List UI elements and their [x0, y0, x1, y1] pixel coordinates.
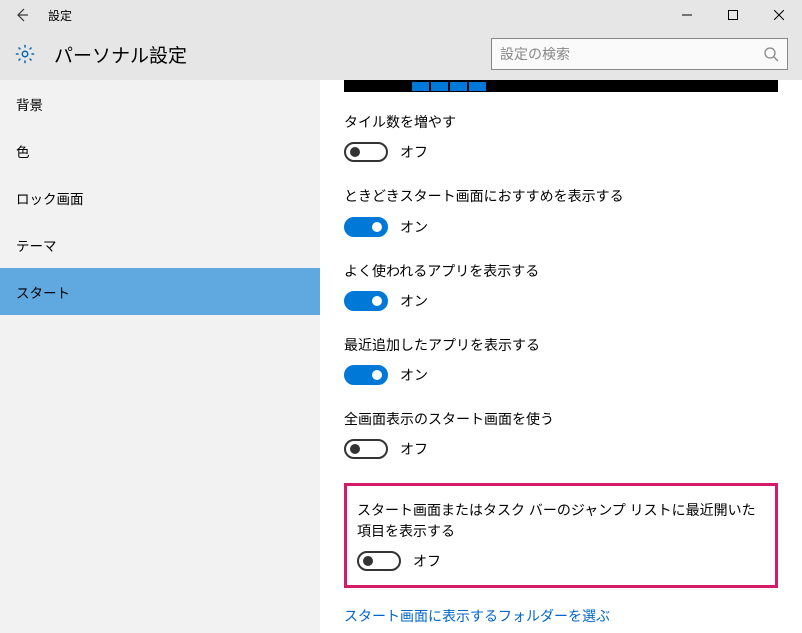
sidebar-item-3[interactable]: テーマ [0, 221, 320, 268]
sidebar-item-1[interactable]: 色 [0, 127, 320, 174]
minimize-button[interactable] [664, 0, 710, 30]
toggle-knob [350, 147, 360, 157]
toggle-state-text: オン [400, 365, 428, 385]
toggle-state-text: オン [400, 291, 428, 311]
preview-tile [469, 82, 486, 91]
header: パーソナル設定 [0, 30, 802, 80]
preview-tiles [412, 80, 486, 92]
maximize-button[interactable] [710, 0, 756, 30]
arrow-left-icon [14, 7, 30, 23]
toggle-knob [372, 222, 382, 232]
setting-label: ときどきスタート画面におすすめを表示する [344, 186, 778, 206]
preview-tile [431, 82, 448, 91]
gear-icon [14, 43, 36, 65]
sidebar-item-label: ロック画面 [16, 188, 84, 208]
toggle-row: オフ [344, 439, 778, 459]
toggle-knob [350, 444, 360, 454]
toggle-row: オン [344, 291, 778, 311]
close-icon [774, 10, 784, 20]
sidebar-item-2[interactable]: ロック画面 [0, 174, 320, 221]
page-title: パーソナル設定 [54, 41, 187, 68]
header-left: パーソナル設定 [14, 41, 187, 68]
sidebar-item-label: 背景 [16, 94, 43, 114]
minimize-icon [682, 10, 692, 20]
setting-5: スタート画面またはタスク バーのジャンプ リストに最近開いた項目を表示するオフ [357, 500, 765, 571]
maximize-icon [728, 10, 738, 20]
sidebar-item-4[interactable]: スタート [0, 268, 320, 315]
toggle-switch[interactable] [344, 365, 388, 385]
preview-tile [412, 82, 429, 91]
setting-label: タイル数を増やす [344, 112, 778, 132]
main-panel: タイル数を増やすオフときどきスタート画面におすすめを表示するオンよく使われるアプ… [320, 80, 802, 633]
toggle-switch[interactable] [344, 439, 388, 459]
toggle-switch[interactable] [344, 142, 388, 162]
toggle-knob [372, 296, 382, 306]
toggle-switch[interactable] [344, 291, 388, 311]
toggle-row: オン [344, 217, 778, 237]
content: 背景色ロック画面テーマスタート タイル数を増やすオフときどきスタート画面におすす… [0, 80, 802, 633]
search-icon [763, 46, 779, 62]
setting-label: 最近追加したアプリを表示する [344, 335, 778, 355]
setting-3: 最近追加したアプリを表示するオン [344, 335, 778, 385]
sidebar: 背景色ロック画面テーマスタート [0, 80, 320, 633]
choose-folders-link[interactable]: スタート画面に表示するフォルダーを選ぶ [344, 606, 778, 626]
setting-label: スタート画面またはタスク バーのジャンプ リストに最近開いた項目を表示する [357, 500, 765, 541]
sidebar-item-label: 色 [16, 141, 30, 161]
highlight-box: スタート画面またはタスク バーのジャンプ リストに最近開いた項目を表示するオフ [344, 483, 778, 588]
sidebar-item-0[interactable]: 背景 [0, 80, 320, 127]
setting-0: タイル数を増やすオフ [344, 112, 778, 162]
toggle-state-text: オフ [400, 439, 428, 459]
toggle-row: オフ [357, 551, 765, 571]
setting-2: よく使われるアプリを表示するオン [344, 261, 778, 311]
setting-label: 全画面表示のスタート画面を使う [344, 409, 778, 429]
window-title: 設定 [48, 7, 72, 24]
preview-tile [450, 82, 467, 91]
setting-label: よく使われるアプリを表示する [344, 261, 778, 281]
titlebar: 設定 [0, 0, 802, 30]
search-input[interactable] [500, 46, 763, 62]
toggle-knob [372, 370, 382, 380]
search-box[interactable] [491, 38, 788, 70]
toggle-switch[interactable] [344, 217, 388, 237]
close-button[interactable] [756, 0, 802, 30]
toggle-state-text: オン [400, 217, 428, 237]
toggle-row: オン [344, 365, 778, 385]
window-controls [664, 0, 802, 30]
toggle-switch[interactable] [357, 551, 401, 571]
titlebar-left: 設定 [0, 0, 72, 30]
sidebar-item-label: テーマ [16, 235, 57, 255]
toggle-knob [363, 556, 373, 566]
back-button[interactable] [0, 0, 44, 30]
setting-1: ときどきスタート画面におすすめを表示するオン [344, 186, 778, 236]
setting-4: 全画面表示のスタート画面を使うオフ [344, 409, 778, 459]
sidebar-item-label: スタート [16, 282, 70, 302]
start-preview [344, 80, 778, 92]
toggle-state-text: オフ [413, 551, 441, 571]
toggle-state-text: オフ [400, 142, 428, 162]
toggle-row: オフ [344, 142, 778, 162]
